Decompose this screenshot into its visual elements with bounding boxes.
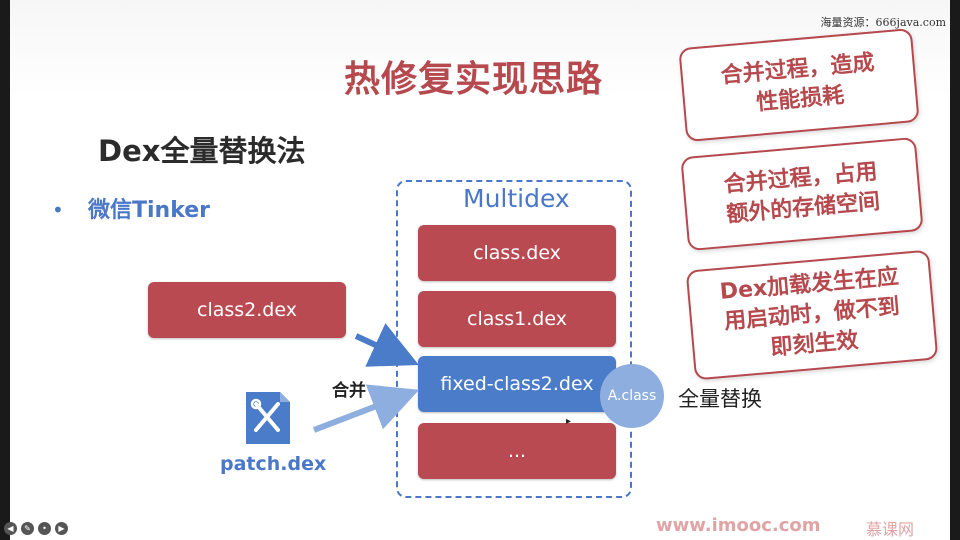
full-replace-label: 全量替换 (678, 387, 762, 411)
prev-slide-button[interactable]: ◀ (4, 522, 17, 535)
bullet-text: 微信Tinker (88, 198, 211, 223)
note-merge-storage: 合并过程，占用 额外的存储空间 (680, 136, 924, 252)
subtitle: Dex全量替换法 (98, 134, 306, 168)
dex-class: class.dex (418, 225, 616, 281)
note-dex-load-startup: Dex加载发生在应 用启动时，做不到 即刻生效 (685, 249, 939, 381)
aclass-circle: A.class (600, 364, 664, 428)
note-merge-performance: 合并过程，造成 性能损耗 (678, 27, 920, 143)
patch-label: patch.dex (220, 453, 327, 475)
left-edge (0, 0, 10, 540)
cursor-icon: ▸ (566, 416, 572, 427)
dex-class1: class1.dex (418, 291, 616, 347)
dex-ellipsis: ... (418, 423, 616, 479)
slide: 海量资源：666java.com 热修复实现思路 Dex全量替换法 • 微信Ti… (0, 0, 960, 540)
dex-class2: class2.dex (148, 282, 346, 338)
pen-tool-button[interactable]: ✎ (21, 522, 34, 535)
right-edge (950, 0, 960, 540)
tools-icon (246, 392, 290, 444)
footer-url: www.imooc.com (656, 515, 821, 536)
dex-fixed-class2: fixed-class2.dex (418, 356, 616, 412)
footer-logo: 慕课网 (866, 520, 915, 539)
bullet-marker: • (52, 198, 64, 222)
page-title: 热修复实现思路 (344, 59, 604, 100)
merge-label: 合并 (332, 381, 366, 401)
more-button[interactable]: • (38, 522, 51, 535)
next-slide-button[interactable]: ▶ (55, 522, 68, 535)
multidex-label: Multidex (463, 184, 570, 213)
watermark: 海量资源：666java.com (820, 16, 946, 29)
